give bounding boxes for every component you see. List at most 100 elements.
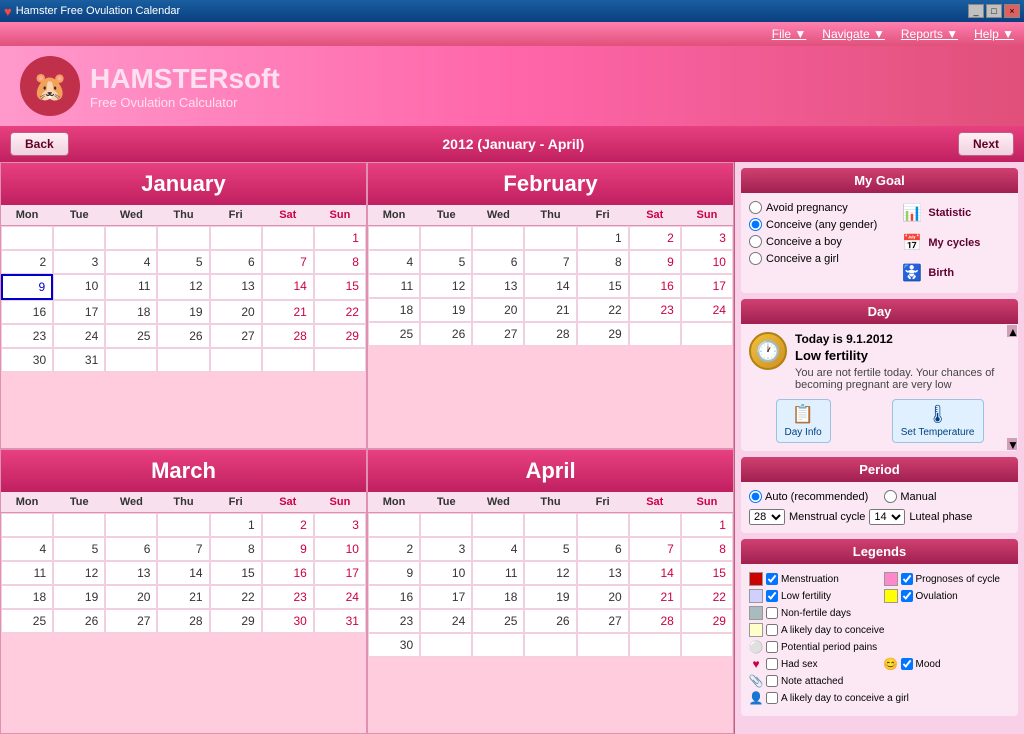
day-cell[interactable]: 28 bbox=[524, 322, 576, 346]
day-cell[interactable]: 5 bbox=[524, 537, 576, 561]
day-cell[interactable]: 5 bbox=[420, 250, 472, 274]
reports-menu[interactable]: Reports ▼ bbox=[901, 27, 958, 41]
day-cell[interactable]: 10 bbox=[314, 537, 366, 561]
day-cell[interactable]: 26 bbox=[524, 609, 576, 633]
day-cell[interactable]: 8 bbox=[210, 537, 262, 561]
day-cell[interactable]: 21 bbox=[524, 298, 576, 322]
day-cell[interactable]: 10 bbox=[420, 561, 472, 585]
day-cell[interactable]: 19 bbox=[524, 585, 576, 609]
mood-check[interactable] bbox=[901, 658, 913, 670]
day-cell[interactable]: 3 bbox=[314, 513, 366, 537]
manual-radio-label[interactable]: Manual bbox=[884, 490, 936, 503]
statistic-button[interactable]: 📊 Statistic bbox=[900, 201, 1010, 225]
likely-conceive-check[interactable] bbox=[766, 624, 778, 636]
day-cell[interactable]: 24 bbox=[681, 298, 733, 322]
day-cell[interactable]: 16 bbox=[629, 274, 681, 298]
day-cell[interactable]: 1 bbox=[681, 513, 733, 537]
day-cell[interactable]: 16 bbox=[368, 585, 420, 609]
day-cell[interactable]: 3 bbox=[53, 250, 105, 274]
day-cell[interactable]: 29 bbox=[577, 322, 629, 346]
day-cell[interactable]: 12 bbox=[53, 561, 105, 585]
day-cell[interactable]: 10 bbox=[53, 274, 105, 300]
day-cell[interactable]: 9 bbox=[262, 537, 314, 561]
had-sex-check[interactable] bbox=[766, 658, 778, 670]
day-cell[interactable]: 4 bbox=[472, 537, 524, 561]
scroll-up[interactable]: ▲ bbox=[1007, 325, 1017, 337]
day-cell[interactable]: 19 bbox=[420, 298, 472, 322]
day-cell[interactable]: 7 bbox=[157, 537, 209, 561]
navigate-menu[interactable]: Navigate ▼ bbox=[822, 27, 885, 41]
day-cell[interactable]: 12 bbox=[420, 274, 472, 298]
day-cell[interactable]: 23 bbox=[629, 298, 681, 322]
day-cell[interactable]: 14 bbox=[629, 561, 681, 585]
day-cell[interactable]: 9 bbox=[368, 561, 420, 585]
goal-conceive-girl[interactable]: Conceive a girl bbox=[749, 252, 893, 265]
ovulation-check[interactable] bbox=[901, 590, 913, 602]
day-cell[interactable]: 26 bbox=[157, 324, 209, 348]
day-cell[interactable]: 13 bbox=[472, 274, 524, 298]
day-cell[interactable]: 8 bbox=[314, 250, 366, 274]
goal-conceive-girl-radio[interactable] bbox=[749, 252, 762, 265]
conceive-girl-check[interactable] bbox=[766, 692, 778, 704]
day-cell[interactable]: 13 bbox=[577, 561, 629, 585]
day-cell[interactable]: 31 bbox=[314, 609, 366, 633]
goal-avoid[interactable]: Avoid pregnancy bbox=[749, 201, 893, 214]
period-pains-check[interactable] bbox=[766, 641, 778, 653]
day-cell[interactable]: 28 bbox=[629, 609, 681, 633]
day-cell[interactable]: 13 bbox=[210, 274, 262, 300]
day-cell[interactable]: 23 bbox=[1, 324, 53, 348]
day-cell[interactable]: 20 bbox=[210, 300, 262, 324]
help-menu[interactable]: Help ▼ bbox=[974, 27, 1014, 41]
day-cell[interactable]: 8 bbox=[577, 250, 629, 274]
day-cell[interactable]: 27 bbox=[577, 609, 629, 633]
birth-button[interactable]: 🚼 Birth bbox=[900, 261, 1010, 285]
day-cell[interactable]: 23 bbox=[368, 609, 420, 633]
auto-radio-label[interactable]: Auto (recommended) bbox=[749, 490, 868, 503]
day-info-button[interactable]: 📋 Day Info bbox=[776, 399, 831, 443]
day-cell[interactable]: 17 bbox=[420, 585, 472, 609]
day-cell[interactable]: 24 bbox=[420, 609, 472, 633]
day-cell[interactable]: 2 bbox=[368, 537, 420, 561]
day-cell[interactable]: 19 bbox=[157, 300, 209, 324]
day-cell[interactable]: 27 bbox=[210, 324, 262, 348]
maximize-button[interactable]: □ bbox=[986, 4, 1002, 18]
day-cell[interactable]: 3 bbox=[420, 537, 472, 561]
day-cell[interactable]: 2 bbox=[1, 250, 53, 274]
note-check[interactable] bbox=[766, 675, 778, 687]
day-cell[interactable]: 12 bbox=[524, 561, 576, 585]
day-cell[interactable]: 24 bbox=[314, 585, 366, 609]
scroll-down[interactable]: ▼ bbox=[1007, 438, 1017, 450]
day-cell[interactable]: 28 bbox=[157, 609, 209, 633]
day-cell[interactable]: 29 bbox=[314, 324, 366, 348]
day-cell[interactable]: 25 bbox=[105, 324, 157, 348]
day-cell[interactable]: 17 bbox=[681, 274, 733, 298]
day-cell[interactable]: 29 bbox=[210, 609, 262, 633]
day-cell[interactable]: 11 bbox=[1, 561, 53, 585]
day-cell[interactable]: 1 bbox=[210, 513, 262, 537]
menstruation-check[interactable] bbox=[766, 573, 778, 585]
day-cell[interactable]: 20 bbox=[105, 585, 157, 609]
day-cell[interactable]: 26 bbox=[53, 609, 105, 633]
day-cell[interactable]: 18 bbox=[368, 298, 420, 322]
day-cell[interactable]: 17 bbox=[314, 561, 366, 585]
day-cell[interactable]: 21 bbox=[262, 300, 314, 324]
day-cell[interactable]: 20 bbox=[577, 585, 629, 609]
day-cell[interactable]: 3 bbox=[681, 226, 733, 250]
goal-conceive-boy[interactable]: Conceive a boy bbox=[749, 235, 893, 248]
day-cell[interactable]: 8 bbox=[681, 537, 733, 561]
day-cell[interactable]: 27 bbox=[105, 609, 157, 633]
day-cell[interactable]: 6 bbox=[210, 250, 262, 274]
goal-conceive-any[interactable]: Conceive (any gender) bbox=[749, 218, 893, 231]
day-cell[interactable]: 6 bbox=[105, 537, 157, 561]
low-fertility-check[interactable] bbox=[766, 590, 778, 602]
day-cell[interactable]: 21 bbox=[157, 585, 209, 609]
day-cell[interactable]: 30 bbox=[262, 609, 314, 633]
day-cell[interactable]: 18 bbox=[105, 300, 157, 324]
day-cell[interactable]: 16 bbox=[1, 300, 53, 324]
day-cell[interactable]: 19 bbox=[53, 585, 105, 609]
day-cell[interactable]: 26 bbox=[420, 322, 472, 346]
day-cell[interactable]: 17 bbox=[53, 300, 105, 324]
day-cell[interactable]: 11 bbox=[368, 274, 420, 298]
close-button[interactable]: × bbox=[1004, 4, 1020, 18]
manual-radio[interactable] bbox=[884, 490, 897, 503]
